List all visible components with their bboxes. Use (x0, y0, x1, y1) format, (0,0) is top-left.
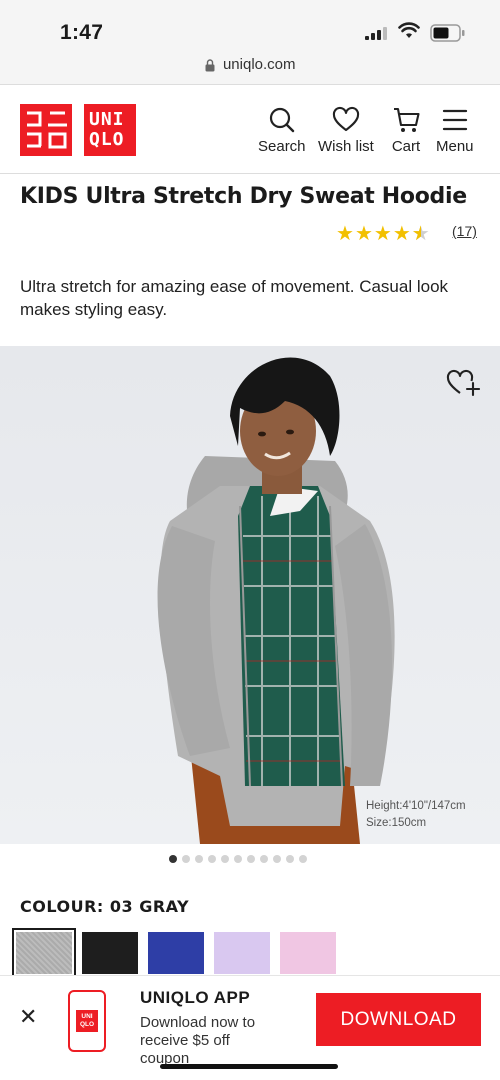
search-button[interactable]: Search (258, 106, 306, 155)
star-icon: ★ (373, 223, 393, 245)
model-height: Height:4'10"/147cm (366, 800, 466, 812)
pagination-dot[interactable] (221, 855, 229, 863)
wishlist-button[interactable]: Wish list (318, 106, 374, 155)
swatch-lavender[interactable] (214, 932, 270, 974)
pagination-dot[interactable] (169, 855, 177, 863)
app-banner-subtitle: Download now to receive $5 off coupon (140, 1014, 256, 1067)
add-to-wishlist-icon[interactable] (446, 367, 480, 397)
katakana-logo-mark (27, 111, 67, 149)
star-rating[interactable]: ★★★★★★ (336, 221, 431, 246)
menu-button[interactable]: Menu (436, 106, 474, 155)
colour-label: COLOUR: 03 GRAY (20, 897, 190, 916)
battery-icon (430, 24, 465, 42)
app-icon-text-1: UNI (81, 1013, 93, 1020)
uniqlo-logo[interactable]: UNI QLO (84, 104, 136, 156)
pagination-dot[interactable] (286, 855, 294, 863)
pagination-dot[interactable] (299, 855, 307, 863)
cart-icon (394, 107, 420, 132)
app-icon-text-2: QLO (79, 1021, 95, 1028)
logo-text-line2: QLO (89, 129, 125, 150)
pagination-dot[interactable] (260, 855, 268, 863)
model-illustration (157, 357, 395, 844)
menu-label: Menu (436, 138, 474, 155)
wishlist-label: Wish list (318, 138, 374, 155)
status-bar: 1:47 (0, 0, 500, 50)
lock-icon (205, 58, 214, 71)
home-indicator (160, 1064, 338, 1069)
half-star-icon: ★★ (411, 223, 431, 245)
swatch-black[interactable] (82, 932, 138, 974)
browser-address-bar[interactable]: uniqlo.com (0, 50, 500, 85)
reviews-count-link[interactable]: (17) (452, 223, 477, 239)
model-size: Size:150cm (366, 817, 427, 829)
site-header: UNI QLO Search Wish list Cart Menu (0, 86, 500, 174)
status-time: 1:47 (60, 21, 104, 44)
pagination-dot[interactable] (208, 855, 216, 863)
cart-button[interactable]: Cart (391, 106, 421, 155)
cellular-signal-icon (365, 27, 387, 40)
search-label: Search (258, 138, 306, 155)
cart-label: Cart (391, 138, 421, 155)
swatch-pink[interactable] (280, 932, 336, 974)
app-banner-title: UNIQLO APP (140, 988, 251, 1007)
pagination-dot[interactable] (195, 855, 203, 863)
star-icon: ★ (336, 223, 355, 245)
download-button[interactable]: DOWNLOAD (316, 993, 481, 1046)
star-icon: ★ (354, 223, 374, 245)
wifi-icon (398, 22, 420, 38)
heart-icon (332, 106, 359, 132)
menu-icon (442, 109, 467, 131)
swatch-gray[interactable] (12, 928, 76, 978)
pagination-dot[interactable] (247, 855, 255, 863)
uniqlo-katakana-logo[interactable] (20, 104, 72, 156)
colour-swatches (12, 928, 336, 978)
pagination-dot[interactable] (234, 855, 242, 863)
star-icon: ★ (392, 223, 412, 245)
pagination-dot[interactable] (182, 855, 190, 863)
close-icon[interactable]: ✕ (19, 1004, 37, 1030)
uniqlo-app-icon: UNI QLO (68, 990, 106, 1052)
image-pagination (169, 855, 307, 863)
logo-text-line1: UNI (89, 109, 125, 130)
search-icon (269, 107, 294, 133)
pagination-dot[interactable] (273, 855, 281, 863)
product-description: Ultra stretch for amazing ease of moveme… (20, 277, 449, 319)
product-image[interactable] (0, 346, 500, 844)
url-text: uniqlo.com (222, 56, 296, 73)
app-icon-logo: UNI QLO (76, 1010, 98, 1032)
product-title: KIDS Ultra Stretch Dry Sweat Hoodie (20, 184, 467, 209)
swatch-blue[interactable] (148, 932, 204, 974)
model-info: Height:4'10"/147cm Size:150cm (366, 798, 466, 832)
